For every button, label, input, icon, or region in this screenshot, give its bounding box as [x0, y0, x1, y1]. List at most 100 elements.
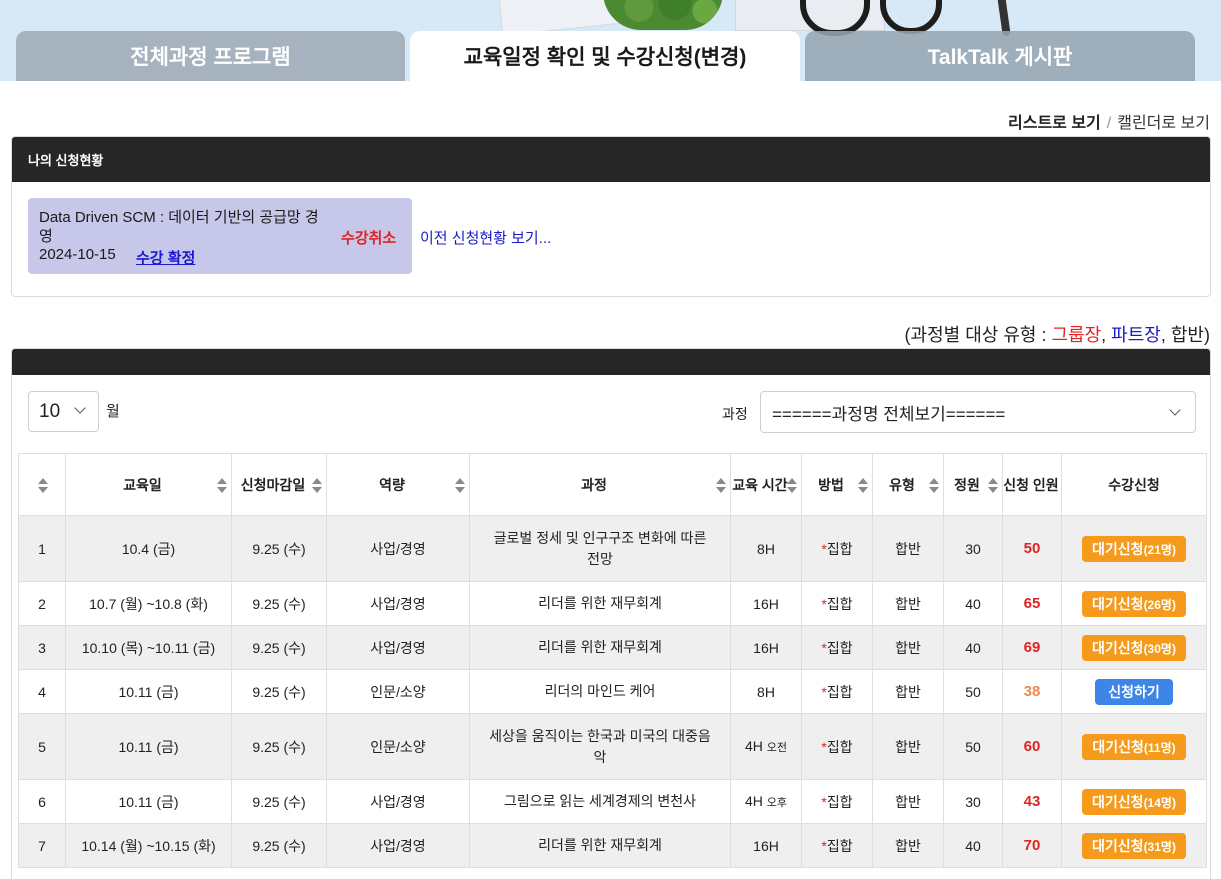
course-select-value: ======과정명 전체보기====== — [772, 404, 1006, 424]
cell-hours: 8H — [730, 515, 802, 582]
schedule-panel: 10 월 과정 ======과정명 전체보기====== 교육일 신청마감일 역… — [11, 348, 1211, 879]
cell-registration: 대기신청(30명) — [1061, 625, 1207, 670]
col-header-competency[interactable]: 역량 — [326, 453, 470, 516]
cell-hours: 4H 오전 — [730, 713, 802, 780]
cell-hours: 16H — [730, 625, 802, 670]
cell-hours: 16H — [730, 823, 802, 868]
tab-all-programs[interactable]: 전체과정 프로그램 — [16, 31, 405, 81]
cell-deadline: 9.25 (수) — [231, 581, 327, 626]
cell-type: 합반 — [872, 625, 944, 670]
applicants-count: 70 — [1023, 837, 1041, 854]
sort-icon[interactable] — [38, 478, 48, 494]
col-header-date[interactable]: 교육일 — [65, 453, 232, 516]
cell-competency: 사업/경영 — [326, 779, 470, 824]
applicants-count: 50 — [1023, 540, 1041, 557]
sort-icon[interactable] — [988, 478, 998, 494]
col-header-label: 신청마감일 — [240, 476, 306, 493]
cell-applicants: 69 — [1002, 625, 1062, 670]
applicants-count: 60 — [1023, 738, 1041, 755]
waitlist-button[interactable]: 대기신청(30명) — [1082, 634, 1186, 661]
waitlist-button[interactable]: 대기신청(26명) — [1082, 590, 1186, 617]
apply-button[interactable]: 신청하기 — [1095, 678, 1173, 705]
table-row: 1 10.4 (금) 9.25 (수) 사업/경영 글로벌 정세 및 인구구조 변화에 … — [18, 515, 1207, 582]
view-separator: / — [1106, 115, 1112, 132]
cell-course[interactable]: 리더를 위한 재무회계 — [469, 823, 731, 868]
waitlist-count: (14명) — [1143, 795, 1176, 810]
sort-icon[interactable] — [787, 478, 797, 494]
cell-course[interactable]: 리더의 마인드 케어 — [469, 669, 731, 714]
col-header-course[interactable]: 과정 — [469, 453, 731, 516]
cell-course[interactable]: 글로벌 정세 및 인구구조 변화에 따른 전망 — [469, 515, 731, 582]
cell-applicants: 38 — [1002, 669, 1062, 714]
tab-talktalk-board[interactable]: TalkTalk 게시판 — [805, 31, 1195, 81]
previous-status-link[interactable]: 이전 신청현황 보기... — [420, 227, 551, 248]
cell-deadline: 9.25 (수) — [231, 515, 327, 582]
col-header-index[interactable] — [18, 453, 66, 516]
waitlist-button[interactable]: 대기신청(14명) — [1082, 788, 1186, 815]
col-header-deadline[interactable]: 신청마감일 — [231, 453, 327, 516]
month-select[interactable]: 10 — [28, 391, 99, 432]
banner-glasses-image — [880, 0, 942, 34]
sort-icon[interactable] — [858, 478, 868, 494]
list-view-link[interactable]: 리스트로 보기 — [1008, 115, 1101, 132]
col-header-method[interactable]: 방법 — [801, 453, 873, 516]
cell-course[interactable]: 리더를 위한 재무회계 — [469, 625, 731, 670]
col-header-registration: 수강신청 — [1061, 453, 1207, 516]
calendar-view-link[interactable]: 캘린더로 보기 — [1117, 115, 1210, 132]
col-header-applicants[interactable]: 신청 인원 — [1002, 453, 1062, 516]
registration-course-title: Data Driven SCM : 데이터 기반의 공급망 경영 — [39, 209, 319, 245]
cell-registration: 대기신청(26명) — [1061, 581, 1207, 626]
cell-course[interactable]: 세상을 움직이는 한국과 미국의 대중음악 — [469, 713, 731, 780]
cancel-registration-button[interactable]: 수강취소 — [341, 227, 396, 248]
col-header-label: 방법 — [818, 476, 844, 493]
main-tabs: 전체과정 프로그램 교육일정 확인 및 수강신청(변경) TalkTalk 게시… — [0, 31, 1221, 81]
waitlist-button[interactable]: 대기신청(11명) — [1082, 733, 1186, 760]
waitlist-button[interactable]: 대기신청(31명) — [1082, 832, 1186, 859]
applicants-count: 65 — [1023, 595, 1041, 612]
waitlist-count: (21명) — [1143, 542, 1176, 557]
legend-comma: , — [1160, 325, 1171, 345]
banner-plant-image — [603, 0, 723, 30]
cell-competency: 사업/경영 — [326, 581, 470, 626]
legend-comma: , — [1101, 325, 1112, 345]
waitlist-button[interactable]: 대기신청(21명) — [1082, 535, 1186, 562]
my-status-panel: 나의 신청현황 Data Driven SCM : 데이터 기반의 공급망 경영… — [11, 136, 1211, 297]
cell-method: *집합 — [801, 823, 873, 868]
course-select[interactable]: ======과정명 전체보기====== — [760, 391, 1196, 433]
registration-date: 2024-10-15 — [39, 246, 116, 263]
cell-registration: 대기신청(31명) — [1061, 823, 1207, 868]
col-header-hours[interactable]: 교육 시간 — [730, 453, 802, 516]
hours-value: 16H — [753, 595, 779, 612]
waitlist-count: (11명) — [1143, 740, 1176, 755]
sort-icon[interactable] — [217, 478, 227, 494]
cell-index: 2 — [18, 581, 66, 626]
col-header-capacity[interactable]: 정원 — [943, 453, 1003, 516]
cell-course[interactable]: 리더를 위한 재무회계 — [469, 581, 731, 626]
cell-registration: 신청하기 — [1061, 669, 1207, 714]
sort-icon[interactable] — [312, 478, 322, 494]
cell-date: 10.11 (금) — [65, 779, 232, 824]
cell-course[interactable]: 그림으로 읽는 세계경제의 변천사 — [469, 779, 731, 824]
col-header-type[interactable]: 유형 — [872, 453, 944, 516]
cell-competency: 인문/소양 — [326, 713, 470, 780]
cell-deadline: 9.25 (수) — [231, 779, 327, 824]
sort-icon[interactable] — [716, 478, 726, 494]
target-type-legend: (과정별 대상 유형 : 그룹장, 파트장, 합반) — [905, 321, 1210, 347]
method-value: 집합 — [826, 595, 853, 612]
chevron-down-icon — [1169, 404, 1181, 416]
sort-icon[interactable] — [929, 478, 939, 494]
cell-method: *집합 — [801, 581, 873, 626]
sort-icon[interactable] — [455, 478, 465, 494]
cell-index: 3 — [18, 625, 66, 670]
cell-capacity: 40 — [943, 581, 1003, 626]
cell-index: 7 — [18, 823, 66, 868]
view-toggle: 리스트로 보기 / 캘린더로 보기 — [1008, 109, 1210, 133]
col-header-label: 유형 — [889, 476, 915, 493]
col-header-label: 교육일 — [123, 476, 162, 493]
tab-schedule-registration[interactable]: 교육일정 확인 및 수강신청(변경) — [410, 31, 800, 81]
cell-competency: 인문/소양 — [326, 669, 470, 714]
col-header-label: 신청 인원 — [1003, 476, 1059, 493]
col-header-label: 과정 — [581, 476, 607, 493]
registration-confirm-link[interactable]: 수강 확정 — [136, 247, 195, 268]
method-value: 집합 — [826, 683, 853, 700]
